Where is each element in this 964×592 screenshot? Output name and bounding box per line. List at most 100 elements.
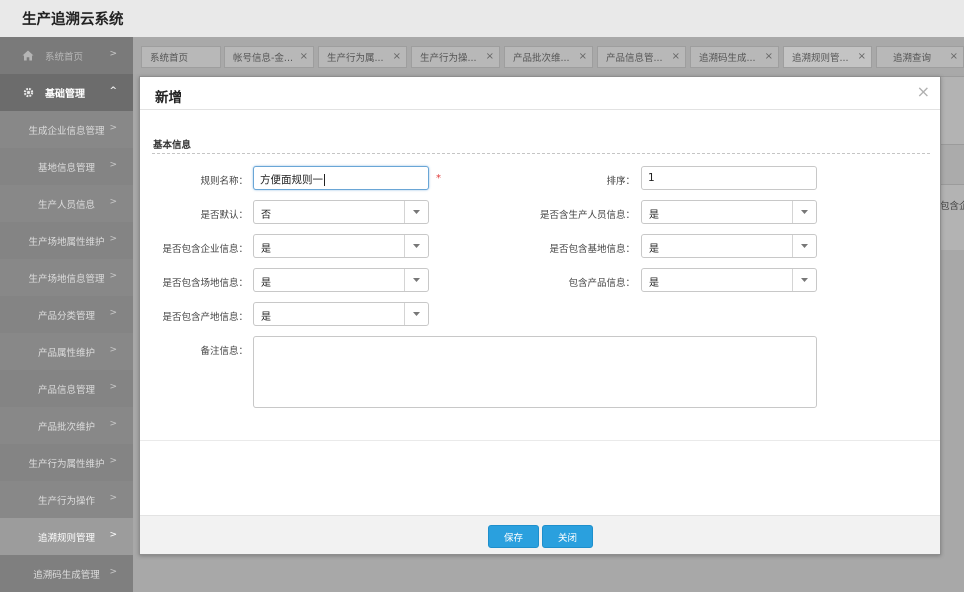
sidebar-item-label: 生产行为属性维护 — [28, 458, 105, 470]
include-site-select[interactable]: 是 — [253, 268, 429, 292]
select-value: 是 — [649, 244, 659, 255]
sidebar-item-trace-code[interactable]: 追溯码生成管理 > — [0, 555, 133, 592]
select-value: 是 — [261, 244, 271, 255]
remark-textarea[interactable] — [253, 336, 817, 408]
include-enterprise-label: 是否包含企业信息： — [162, 244, 248, 255]
tab-trace-code[interactable]: 追溯码生成... × — [690, 46, 779, 68]
close-icon[interactable]: × — [917, 84, 930, 100]
caret-down-icon — [792, 201, 816, 223]
sidebar-group-label: 基础管理 — [45, 89, 85, 100]
tab-trace-rule[interactable]: 追溯规则管... × — [783, 46, 872, 68]
dialog-footer: 保存 关闭 — [140, 515, 940, 554]
dialog-title: 新增 — [155, 90, 182, 106]
tab-label: 产品信息管... — [606, 53, 663, 64]
is-default-label: 是否默认： — [200, 210, 248, 221]
sidebar-item-product-batch[interactable]: 产品批次维护 > — [0, 407, 133, 444]
sidebar-item-label: 基地信息管理 — [37, 162, 95, 174]
save-button[interactable]: 保存 — [488, 525, 539, 548]
sidebar-item-label: 生成企业信息管理 — [28, 125, 105, 137]
sidebar-item-enterprise[interactable]: 生成企业信息管理 > — [0, 111, 133, 148]
sidebar-item-behavior-op[interactable]: 生产行为操作 > — [0, 481, 133, 518]
required-mark: * — [436, 173, 441, 184]
background-panel — [940, 144, 964, 184]
caret-down-icon — [404, 235, 428, 257]
sidebar-item-trace-rule[interactable]: 追溯规则管理 > — [0, 518, 133, 555]
caret-down-icon — [404, 269, 428, 291]
tab-behavior-attr[interactable]: 生产行为属... × — [318, 46, 407, 68]
remark-label: 备注信息： — [200, 346, 248, 357]
select-value: 是 — [649, 278, 659, 289]
tab-trace-query[interactable]: 追溯查询 × — [876, 46, 964, 68]
close-icon[interactable]: × — [672, 51, 680, 62]
chevron-right-icon: > — [109, 197, 117, 207]
include-origin-select[interactable]: 是 — [253, 302, 429, 326]
select-value: 是 — [649, 210, 659, 221]
close-icon[interactable]: × — [858, 51, 866, 62]
close-icon[interactable]: × — [950, 51, 958, 62]
include-enterprise-select[interactable]: 是 — [253, 234, 429, 258]
section-divider — [152, 153, 930, 154]
tab-label: 生产行为属... — [327, 53, 384, 64]
sidebar-item-label: 生产行为操作 — [37, 495, 95, 507]
close-icon[interactable]: × — [765, 51, 773, 62]
caret-down-icon — [792, 269, 816, 291]
sidebar-item-behavior-attr[interactable]: 生产行为属性维护 > — [0, 444, 133, 481]
sidebar-item-label: 产品信息管理 — [37, 384, 95, 396]
is-default-select[interactable]: 否 — [253, 200, 429, 224]
tab-label: 追溯查询 — [893, 53, 932, 64]
include-staff-select[interactable]: 是 — [641, 200, 817, 224]
tab-label: 产品批次维... — [513, 53, 570, 64]
rule-name-label: 规则名称： — [200, 176, 248, 187]
close-icon[interactable]: × — [486, 51, 494, 62]
sort-input[interactable]: 1 — [641, 166, 817, 190]
sidebar-item-label: 追溯码生成管理 — [33, 569, 100, 581]
tab-product-batch[interactable]: 产品批次维... × — [504, 46, 593, 68]
chevron-right-icon: > — [109, 382, 117, 392]
chevron-right-icon: > — [109, 160, 117, 170]
tab-label: 帐号信息-金... — [233, 53, 293, 64]
caret-down-icon — [404, 201, 428, 223]
close-button[interactable]: 关闭 — [542, 525, 593, 548]
dialog-body-divider — [140, 440, 940, 441]
include-staff-label: 是否含生产人员信息： — [539, 210, 635, 221]
close-icon[interactable]: × — [393, 51, 401, 62]
tab-label: 系统首页 — [150, 53, 189, 64]
chevron-right-icon: > — [109, 493, 117, 503]
caret-down-icon — [404, 303, 428, 325]
select-value: 否 — [261, 210, 271, 221]
rule-name-input[interactable]: 方便面规则一 — [253, 166, 429, 190]
sidebar-item-product-info[interactable]: 产品信息管理 > — [0, 370, 133, 407]
select-value: 是 — [261, 278, 271, 289]
sidebar-item-label: 系统首页 — [45, 51, 84, 63]
background-panel — [940, 184, 964, 250]
tab-label: 生产行为操... — [420, 53, 477, 64]
sort-value: 1 — [648, 172, 655, 184]
include-product-select[interactable]: 是 — [641, 268, 817, 292]
rule-name-value: 方便面规则一 — [260, 174, 323, 186]
include-site-label: 是否包含场地信息： — [162, 278, 248, 289]
include-origin-label: 是否包含产地信息： — [162, 312, 248, 323]
home-icon — [22, 50, 34, 62]
caret-down-icon — [792, 235, 816, 257]
app-title: 生产追溯云系统 — [22, 12, 124, 28]
select-value: 是 — [261, 312, 271, 323]
sidebar-item-label: 产品属性维护 — [37, 347, 95, 359]
close-icon[interactable]: × — [300, 51, 308, 62]
include-base-select[interactable]: 是 — [641, 234, 817, 258]
background-panel — [940, 76, 964, 144]
dialog-header: 新增 × — [140, 77, 940, 110]
text-cursor — [324, 174, 325, 186]
tab-behavior-op[interactable]: 生产行为操... × — [411, 46, 500, 68]
tab-account[interactable]: 帐号信息-金... × — [224, 46, 314, 68]
section-title: 基本信息 — [153, 140, 192, 151]
tab-home[interactable]: 系统首页 — [141, 46, 221, 68]
sidebar-item-home[interactable]: 系统首页 > — [0, 37, 133, 74]
close-icon[interactable]: × — [579, 51, 587, 62]
tab-product-info[interactable]: 产品信息管... × — [597, 46, 686, 68]
sidebar-item-label: 生产人员信息 — [37, 199, 95, 211]
chevron-right-icon: > — [109, 530, 117, 540]
background-table-header: 包含企 — [940, 201, 964, 212]
sidebar-item-label: 产品批次维护 — [37, 421, 95, 433]
sidebar-group-basic[interactable]: 基础管理 ^ — [0, 74, 133, 111]
sort-label: 排序： — [606, 176, 635, 187]
